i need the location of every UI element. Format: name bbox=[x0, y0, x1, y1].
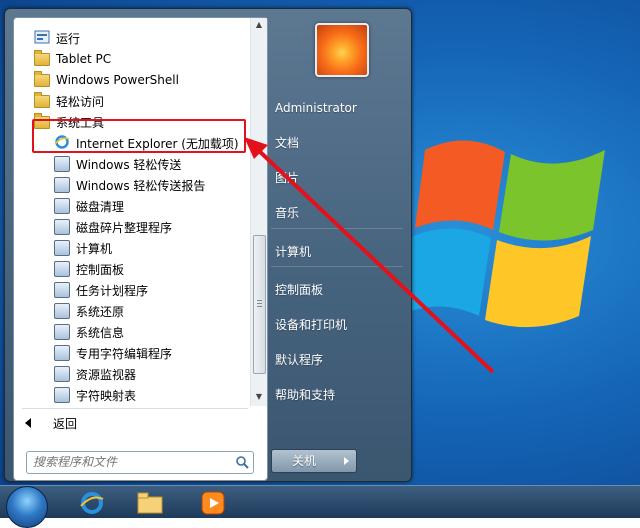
explorer-taskbar-icon[interactable] bbox=[132, 488, 168, 518]
annotation-arrow bbox=[244, 137, 495, 374]
ie-taskbar-icon[interactable] bbox=[74, 488, 110, 518]
start-button[interactable] bbox=[6, 486, 48, 528]
media-player-taskbar-icon[interactable] bbox=[195, 488, 231, 518]
